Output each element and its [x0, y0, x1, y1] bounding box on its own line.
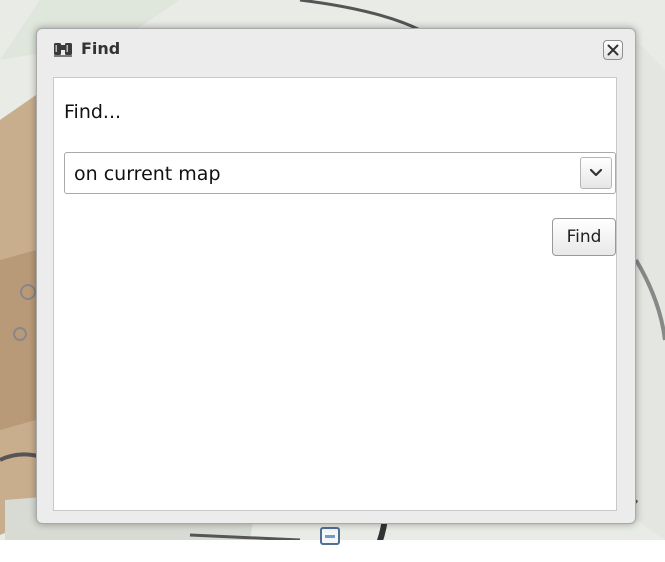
find-dialog: Find Find... on current map Find — [36, 28, 636, 524]
find-scope-select[interactable]: on current map — [64, 152, 616, 194]
close-button[interactable] — [603, 40, 623, 60]
find-form: Find... on current map Find — [53, 77, 617, 511]
close-icon — [607, 44, 619, 56]
find-button[interactable]: Find — [552, 218, 616, 256]
find-prompt-label: Find... — [64, 101, 122, 123]
scope-select-value: on current map — [74, 163, 221, 185]
dialog-title: Find — [81, 39, 121, 58]
map-marker-icon[interactable] — [320, 527, 340, 545]
scope-dropdown-button[interactable] — [580, 157, 612, 189]
chevron-down-icon — [589, 168, 603, 177]
binoculars-icon — [54, 43, 72, 57]
dialog-titlebar[interactable]: Find — [37, 29, 635, 71]
